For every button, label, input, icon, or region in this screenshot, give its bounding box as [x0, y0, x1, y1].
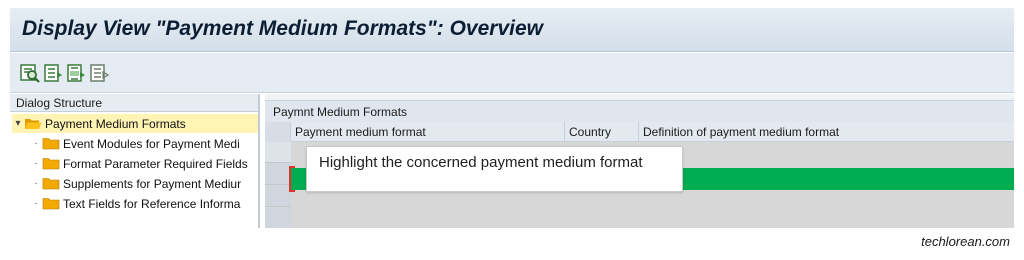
select-all-rows-button[interactable]: [265, 122, 291, 142]
tree-item-label: Event Modules for Payment Medi: [63, 136, 240, 151]
column-header-definition[interactable]: Definition of payment medium format: [639, 122, 1014, 142]
tree-item-label: Supplements for Payment Mediur: [63, 176, 242, 191]
select-all-icon[interactable]: [43, 63, 63, 83]
tree-dot-icon: ·: [34, 158, 38, 169]
dialog-structure-header: Dialog Structure: [10, 94, 258, 112]
watermark: techlorean.com: [921, 234, 1010, 249]
tree-dot-icon: ·: [34, 138, 38, 149]
column-header-row: Payment medium format Country Definition…: [265, 122, 1014, 142]
deselect-all-icon[interactable]: [89, 63, 109, 83]
application-toolbar: [10, 53, 1014, 93]
sap-window: Display View "Payment Medium Formats": O…: [10, 8, 1014, 228]
row-selector[interactable]: [265, 142, 291, 163]
title-bar: Display View "Payment Medium Formats": O…: [10, 8, 1014, 52]
dialog-structure-panel: Dialog Structure ▾ Payment Medium Format…: [10, 94, 260, 228]
tree-item-label: Text Fields for Reference Informa: [63, 196, 241, 211]
tree-item-label: Payment Medium Formats: [45, 116, 186, 131]
expand-arrow-icon[interactable]: ▾: [12, 118, 24, 129]
row-selector[interactable]: [265, 186, 291, 207]
row-selector[interactable]: [265, 208, 291, 228]
tree-item-label: Format Parameter Required Fields: [63, 156, 248, 171]
row-selector[interactable]: [265, 164, 291, 185]
tree-dot-icon: ·: [34, 178, 38, 189]
column-header-payment-medium-format[interactable]: Payment medium format: [291, 122, 565, 142]
tree-item-format-parameter[interactable]: · Format Parameter Required Fields: [30, 154, 258, 173]
tree-item-payment-medium-formats[interactable]: ▾ Payment Medium Formats: [12, 114, 258, 133]
tree-item-event-modules[interactable]: · Event Modules for Payment Medi: [30, 134, 258, 153]
tree-item-text-fields[interactable]: · Text Fields for Reference Informa: [30, 194, 258, 213]
open-folder-icon: [25, 119, 42, 129]
search-details-icon[interactable]: [20, 63, 40, 83]
selection-marker: [289, 166, 295, 192]
column-header-country[interactable]: Country: [565, 122, 639, 142]
folder-icon: [42, 198, 60, 210]
tree-item-supplements[interactable]: · Supplements for Payment Mediur: [30, 174, 258, 193]
select-block-icon[interactable]: [66, 63, 86, 83]
folder-icon: [42, 138, 60, 150]
folder-icon: [42, 178, 60, 190]
page-title: Display View "Payment Medium Formats": O…: [22, 17, 543, 40]
tree-dot-icon: ·: [34, 198, 38, 209]
instruction-callout: Highlight the concerned payment medium f…: [306, 146, 683, 192]
folder-icon: [42, 158, 60, 170]
table-title: Paymnt Medium Formats: [265, 100, 1014, 122]
